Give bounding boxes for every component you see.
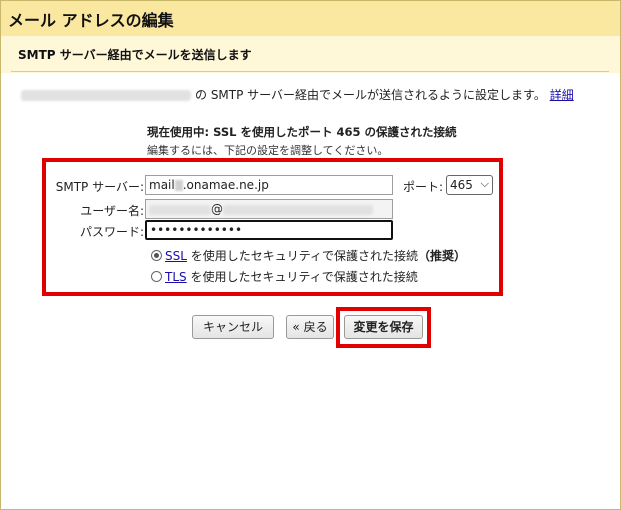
description-text: の SMTP サーバー経由でメールが送信されるように設定します。 [195,88,546,102]
save-changes-button[interactable]: 変更を保存 [344,315,423,339]
ssl-option[interactable]: SSL を使用したセキュリティで保護された接続（推奨） [151,247,466,264]
tls-option[interactable]: TLS を使用したセキュリティで保護された接続 [151,268,418,285]
details-link[interactable]: 詳細 [550,88,574,102]
password-label: パスワード: [79,225,144,239]
port-select[interactable]: 465 ⌵ [446,175,493,195]
port-label: ポート: [402,180,443,194]
username-input[interactable]: @ [145,199,393,219]
tls-link[interactable]: TLS [165,270,187,284]
back-button[interactable]: « 戻る [286,315,334,339]
redacted-user [149,204,211,215]
dialog-titlebar: メール アドレスの編集 [1,1,620,36]
smtp-server-input[interactable]: mail .onamae.ne.jp [145,175,393,195]
ssl-text: を使用したセキュリティで保護された接続 [186,249,419,263]
current-status: 現在使用中: SSL を使用したポート 465 の保護された接続 [147,125,457,139]
subheader: SMTP サーバー経由でメールを送信します [1,36,620,73]
redacted-chip [174,180,183,191]
username-at: @ [211,202,223,216]
divider [11,71,609,72]
cancel-button[interactable]: キャンセル [192,315,274,339]
redacted-domain [223,204,373,215]
recommended-tag: （推奨） [418,249,467,263]
dialog-title: メール アドレスの編集 [8,11,174,30]
redacted-email [21,90,191,101]
tls-radio[interactable] [151,271,162,282]
smtp-suffix: .onamae.ne.jp [182,178,269,192]
ssl-link[interactable]: SSL [165,249,187,263]
smtp-server-label: SMTP サーバー: [55,180,144,194]
description-line: の SMTP サーバー経由でメールが送信されるように設定します。 詳細 [21,86,611,104]
port-value: 465 [450,178,473,192]
edit-hint: 編集するには、下記の設定を調整してください。 [147,144,389,157]
password-input[interactable]: ••••••••••••• [145,220,393,240]
tls-text: を使用したセキュリティで保護された接続 [186,270,418,284]
chevron-down-icon: ⌵ [480,177,489,190]
username-label: ユーザー名: [80,204,144,218]
smtp-prefix: mail [149,178,175,192]
subheader-title: SMTP サーバー経由でメールを送信します [18,48,252,62]
edit-email-dialog: メール アドレスの編集 SMTP サーバー経由でメールを送信します の SMTP… [0,0,621,510]
ssl-radio[interactable] [151,250,162,261]
